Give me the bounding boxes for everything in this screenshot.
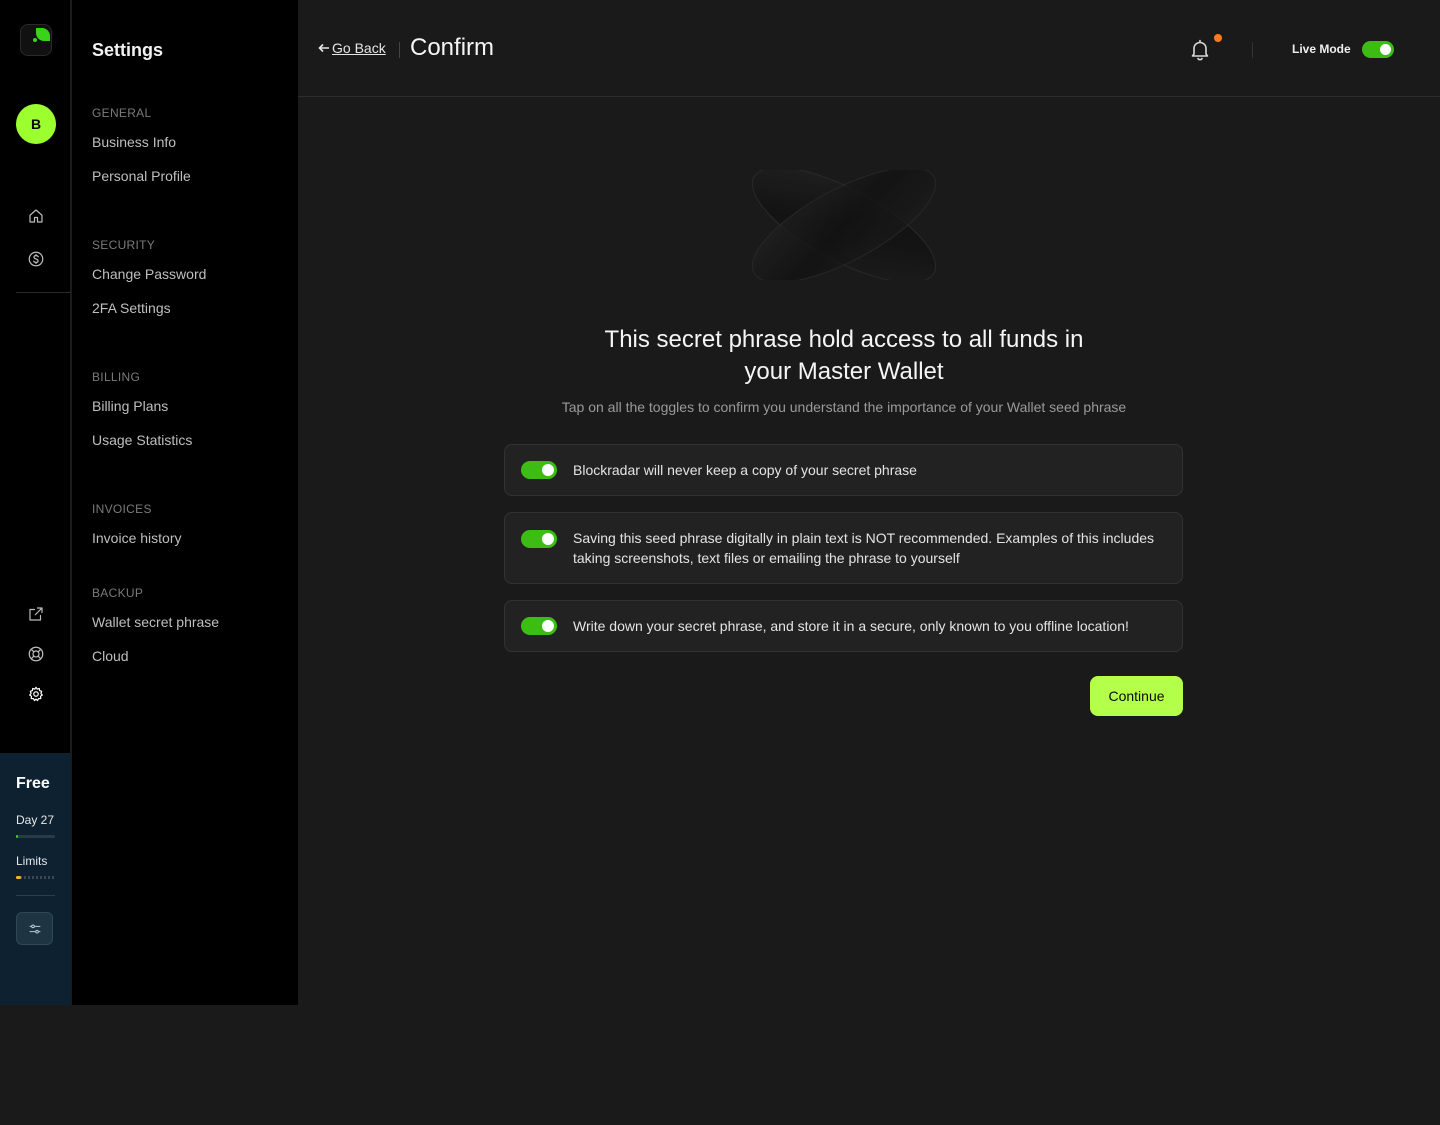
rings-illustration xyxy=(751,170,937,280)
main-heading: This secret phrase hold access to all fu… xyxy=(298,324,1390,388)
plan-name: Free xyxy=(16,775,50,792)
notifications-button[interactable] xyxy=(1188,34,1222,62)
main-heading-line-1: This secret phrase hold access to all fu… xyxy=(604,326,1084,353)
sidebar-item-change-password[interactable]: Change Password xyxy=(92,264,278,298)
day-progress-bar xyxy=(16,835,55,838)
home-icon[interactable] xyxy=(26,206,46,226)
sidebar-item-billing-plans[interactable]: Billing Plans xyxy=(92,396,278,430)
confirmation-toggle[interactable] xyxy=(521,530,557,548)
icon-rail: B Free Day 27 Limits xyxy=(0,0,71,1005)
avatar[interactable]: B xyxy=(16,104,56,144)
support-icon[interactable] xyxy=(26,644,46,664)
sidebar-item-usage-statistics[interactable]: Usage Statistics xyxy=(92,430,278,464)
confirmation-text: Blockradar will never keep a copy of you… xyxy=(573,462,917,478)
sidebar-group-general: GENERAL Business Info Personal Profile xyxy=(92,106,278,200)
go-back-link[interactable]: Go Back xyxy=(318,40,386,56)
day-progress-fill xyxy=(16,835,18,838)
confirmation-card[interactable]: Saving this seed phrase digitally in pla… xyxy=(504,512,1183,584)
sidebar-heading-billing: BILLING xyxy=(92,370,141,384)
main-subtext: Tap on all the toggles to confirm you un… xyxy=(561,399,1127,415)
confirmation-card[interactable]: Write down your secret phrase, and store… xyxy=(504,600,1183,652)
header-divider xyxy=(399,42,400,58)
sidebar-item-business-info[interactable]: Business Info xyxy=(92,132,278,166)
main-heading-line-2: your Master Wallet xyxy=(744,358,944,385)
page-title: Confirm xyxy=(410,34,495,61)
sidebar-heading-security: SECURITY xyxy=(92,238,156,252)
sidebar-item-personal-profile[interactable]: Personal Profile xyxy=(92,166,278,200)
sidebar-heading-general: GENERAL xyxy=(92,106,152,120)
sidebar-group-billing: BILLING Billing Plans Usage Statistics xyxy=(92,370,278,464)
sidebar-group-security: SECURITY Change Password 2FA Settings xyxy=(92,238,278,332)
sidebar-group-backup: BACKUP Wallet secret phrase Cloud xyxy=(92,586,278,680)
go-back-label: Go Back xyxy=(332,40,386,56)
limits-progress-bar xyxy=(16,876,55,879)
continue-button[interactable]: Continue xyxy=(1090,676,1183,716)
sidebar-item-cloud[interactable]: Cloud xyxy=(92,646,278,680)
arrow-left-icon xyxy=(318,43,329,53)
sidebar-heading-backup: BACKUP xyxy=(92,586,144,600)
bell-icon xyxy=(1191,39,1209,61)
plan-settings-button[interactable] xyxy=(16,912,53,945)
sidebar-heading-invoices: INVOICES xyxy=(92,502,152,516)
confirmation-toggle[interactable] xyxy=(521,617,557,635)
confirmation-card[interactable]: Blockradar will never keep a copy of you… xyxy=(504,444,1183,496)
sidebar-item-invoice-history[interactable]: Invoice history xyxy=(92,528,278,562)
dollar-icon[interactable] xyxy=(26,249,46,269)
header-divider-right xyxy=(1252,42,1253,58)
live-mode-label: Live Mode xyxy=(1292,42,1351,56)
sidebar-title: Settings xyxy=(92,40,164,60)
settings-sidebar: Settings GENERAL Business Info Personal … xyxy=(72,0,298,1005)
app-logo[interactable] xyxy=(20,24,52,56)
logo-dot-shape xyxy=(33,38,37,42)
plan-day-label: Day 27 xyxy=(16,813,55,827)
logo-leaf-shape xyxy=(36,28,50,41)
plan-divider xyxy=(16,895,55,896)
live-mode-toggle[interactable] xyxy=(1362,41,1394,58)
confirmation-text: Write down your secret phrase, and store… xyxy=(573,618,1129,634)
sidebar-item-wallet-secret-phrase[interactable]: Wallet secret phrase xyxy=(92,612,278,646)
external-link-icon[interactable] xyxy=(26,604,46,624)
confirmation-text: Saving this seed phrase digitally in pla… xyxy=(573,530,1155,566)
gear-icon[interactable] xyxy=(26,684,46,704)
sidebar-item-2fa-settings[interactable]: 2FA Settings xyxy=(92,298,278,332)
sliders-icon xyxy=(29,924,40,933)
plan-limits-label: Limits xyxy=(16,854,48,868)
sidebar-group-invoices: INVOICES Invoice history xyxy=(92,502,278,562)
rail-divider xyxy=(16,292,71,293)
notification-badge xyxy=(1214,34,1222,42)
confirmation-toggle[interactable] xyxy=(521,461,557,479)
plan-panel: Free Day 27 Limits xyxy=(0,753,71,1005)
limits-progress-fill xyxy=(16,876,21,879)
top-header: Go Back Confirm Live Mode xyxy=(298,0,1440,97)
